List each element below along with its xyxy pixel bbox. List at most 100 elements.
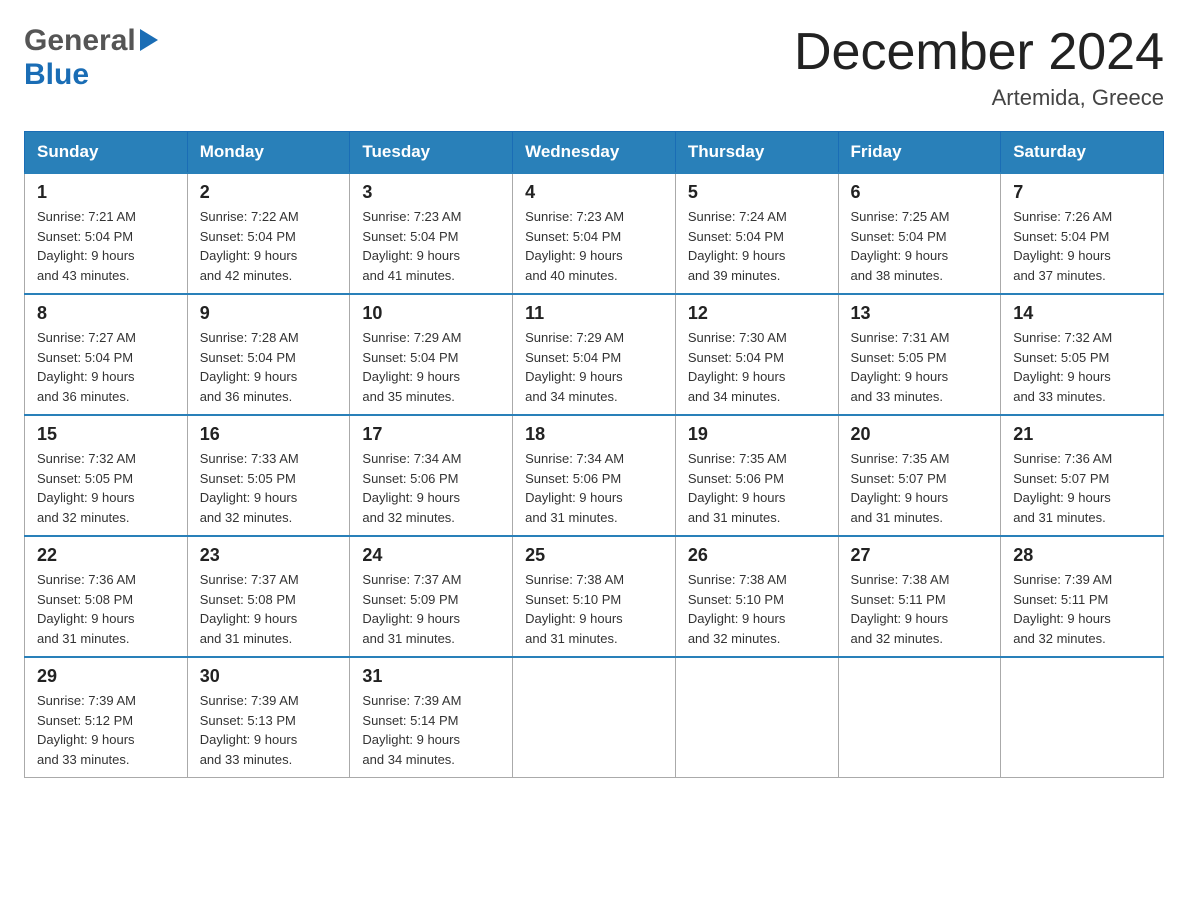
day-number: 11 [525,303,663,324]
day-info: Sunrise: 7:39 AM Sunset: 5:13 PM Dayligh… [200,691,338,769]
week-row-3: 15 Sunrise: 7:32 AM Sunset: 5:05 PM Dayl… [25,415,1164,536]
day-info: Sunrise: 7:24 AM Sunset: 5:04 PM Dayligh… [688,207,826,285]
day-number: 7 [1013,182,1151,203]
week-row-5: 29 Sunrise: 7:39 AM Sunset: 5:12 PM Dayl… [25,657,1164,778]
logo-blue-text: Blue [24,58,89,91]
calendar-cell: 26 Sunrise: 7:38 AM Sunset: 5:10 PM Dayl… [675,536,838,657]
weekday-header-monday: Monday [187,132,350,174]
calendar-cell: 31 Sunrise: 7:39 AM Sunset: 5:14 PM Dayl… [350,657,513,778]
logo: General Blue [24,24,158,92]
day-number: 28 [1013,545,1151,566]
day-number: 23 [200,545,338,566]
week-row-2: 8 Sunrise: 7:27 AM Sunset: 5:04 PM Dayli… [25,294,1164,415]
weekday-header-tuesday: Tuesday [350,132,513,174]
calendar-cell: 28 Sunrise: 7:39 AM Sunset: 5:11 PM Dayl… [1001,536,1164,657]
day-info: Sunrise: 7:25 AM Sunset: 5:04 PM Dayligh… [851,207,989,285]
day-number: 21 [1013,424,1151,445]
day-info: Sunrise: 7:38 AM Sunset: 5:10 PM Dayligh… [688,570,826,648]
day-info: Sunrise: 7:37 AM Sunset: 5:09 PM Dayligh… [362,570,500,648]
calendar-cell [1001,657,1164,778]
weekday-header-thursday: Thursday [675,132,838,174]
day-info: Sunrise: 7:38 AM Sunset: 5:10 PM Dayligh… [525,570,663,648]
day-number: 5 [688,182,826,203]
day-number: 13 [851,303,989,324]
day-number: 31 [362,666,500,687]
day-info: Sunrise: 7:23 AM Sunset: 5:04 PM Dayligh… [525,207,663,285]
day-number: 12 [688,303,826,324]
calendar-cell: 11 Sunrise: 7:29 AM Sunset: 5:04 PM Dayl… [513,294,676,415]
calendar-cell: 13 Sunrise: 7:31 AM Sunset: 5:05 PM Dayl… [838,294,1001,415]
day-number: 8 [37,303,175,324]
calendar-cell: 27 Sunrise: 7:38 AM Sunset: 5:11 PM Dayl… [838,536,1001,657]
calendar-cell: 24 Sunrise: 7:37 AM Sunset: 5:09 PM Dayl… [350,536,513,657]
day-info: Sunrise: 7:31 AM Sunset: 5:05 PM Dayligh… [851,328,989,406]
calendar-cell: 22 Sunrise: 7:36 AM Sunset: 5:08 PM Dayl… [25,536,188,657]
day-number: 22 [37,545,175,566]
day-number: 16 [200,424,338,445]
day-number: 27 [851,545,989,566]
calendar-cell: 30 Sunrise: 7:39 AM Sunset: 5:13 PM Dayl… [187,657,350,778]
calendar-cell: 10 Sunrise: 7:29 AM Sunset: 5:04 PM Dayl… [350,294,513,415]
day-info: Sunrise: 7:38 AM Sunset: 5:11 PM Dayligh… [851,570,989,648]
calendar-cell: 3 Sunrise: 7:23 AM Sunset: 5:04 PM Dayli… [350,173,513,294]
month-title: December 2024 [794,24,1164,81]
day-info: Sunrise: 7:30 AM Sunset: 5:04 PM Dayligh… [688,328,826,406]
title-section: December 2024 Artemida, Greece [794,24,1164,111]
calendar-cell: 17 Sunrise: 7:34 AM Sunset: 5:06 PM Dayl… [350,415,513,536]
location: Artemida, Greece [794,85,1164,111]
calendar-cell: 20 Sunrise: 7:35 AM Sunset: 5:07 PM Dayl… [838,415,1001,536]
day-info: Sunrise: 7:34 AM Sunset: 5:06 PM Dayligh… [362,449,500,527]
calendar-cell: 12 Sunrise: 7:30 AM Sunset: 5:04 PM Dayl… [675,294,838,415]
calendar-table: SundayMondayTuesdayWednesdayThursdayFrid… [24,131,1164,778]
day-info: Sunrise: 7:32 AM Sunset: 5:05 PM Dayligh… [1013,328,1151,406]
day-info: Sunrise: 7:28 AM Sunset: 5:04 PM Dayligh… [200,328,338,406]
day-info: Sunrise: 7:37 AM Sunset: 5:08 PM Dayligh… [200,570,338,648]
day-info: Sunrise: 7:33 AM Sunset: 5:05 PM Dayligh… [200,449,338,527]
day-info: Sunrise: 7:22 AM Sunset: 5:04 PM Dayligh… [200,207,338,285]
calendar-cell: 1 Sunrise: 7:21 AM Sunset: 5:04 PM Dayli… [25,173,188,294]
calendar-cell: 16 Sunrise: 7:33 AM Sunset: 5:05 PM Dayl… [187,415,350,536]
weekday-header-sunday: Sunday [25,132,188,174]
calendar-cell: 8 Sunrise: 7:27 AM Sunset: 5:04 PM Dayli… [25,294,188,415]
day-info: Sunrise: 7:35 AM Sunset: 5:06 PM Dayligh… [688,449,826,527]
week-row-1: 1 Sunrise: 7:21 AM Sunset: 5:04 PM Dayli… [25,173,1164,294]
calendar-cell: 7 Sunrise: 7:26 AM Sunset: 5:04 PM Dayli… [1001,173,1164,294]
calendar-cell [838,657,1001,778]
day-number: 15 [37,424,175,445]
calendar-cell: 14 Sunrise: 7:32 AM Sunset: 5:05 PM Dayl… [1001,294,1164,415]
weekday-header-row: SundayMondayTuesdayWednesdayThursdayFrid… [25,132,1164,174]
day-info: Sunrise: 7:29 AM Sunset: 5:04 PM Dayligh… [362,328,500,406]
day-number: 20 [851,424,989,445]
day-number: 14 [1013,303,1151,324]
calendar-cell: 25 Sunrise: 7:38 AM Sunset: 5:10 PM Dayl… [513,536,676,657]
calendar-cell: 19 Sunrise: 7:35 AM Sunset: 5:06 PM Dayl… [675,415,838,536]
day-info: Sunrise: 7:23 AM Sunset: 5:04 PM Dayligh… [362,207,500,285]
weekday-header-wednesday: Wednesday [513,132,676,174]
day-number: 30 [200,666,338,687]
calendar-cell: 18 Sunrise: 7:34 AM Sunset: 5:06 PM Dayl… [513,415,676,536]
day-number: 29 [37,666,175,687]
calendar-cell: 23 Sunrise: 7:37 AM Sunset: 5:08 PM Dayl… [187,536,350,657]
calendar-cell [513,657,676,778]
calendar-cell: 15 Sunrise: 7:32 AM Sunset: 5:05 PM Dayl… [25,415,188,536]
day-number: 2 [200,182,338,203]
day-info: Sunrise: 7:35 AM Sunset: 5:07 PM Dayligh… [851,449,989,527]
day-number: 10 [362,303,500,324]
day-info: Sunrise: 7:27 AM Sunset: 5:04 PM Dayligh… [37,328,175,406]
calendar-cell: 21 Sunrise: 7:36 AM Sunset: 5:07 PM Dayl… [1001,415,1164,536]
day-info: Sunrise: 7:26 AM Sunset: 5:04 PM Dayligh… [1013,207,1151,285]
day-info: Sunrise: 7:39 AM Sunset: 5:11 PM Dayligh… [1013,570,1151,648]
day-info: Sunrise: 7:36 AM Sunset: 5:08 PM Dayligh… [37,570,175,648]
day-number: 1 [37,182,175,203]
day-info: Sunrise: 7:34 AM Sunset: 5:06 PM Dayligh… [525,449,663,527]
day-info: Sunrise: 7:39 AM Sunset: 5:12 PM Dayligh… [37,691,175,769]
day-number: 3 [362,182,500,203]
calendar-cell: 4 Sunrise: 7:23 AM Sunset: 5:04 PM Dayli… [513,173,676,294]
day-info: Sunrise: 7:21 AM Sunset: 5:04 PM Dayligh… [37,207,175,285]
day-number: 19 [688,424,826,445]
day-info: Sunrise: 7:29 AM Sunset: 5:04 PM Dayligh… [525,328,663,406]
day-number: 24 [362,545,500,566]
day-number: 4 [525,182,663,203]
calendar-cell: 2 Sunrise: 7:22 AM Sunset: 5:04 PM Dayli… [187,173,350,294]
day-number: 6 [851,182,989,203]
